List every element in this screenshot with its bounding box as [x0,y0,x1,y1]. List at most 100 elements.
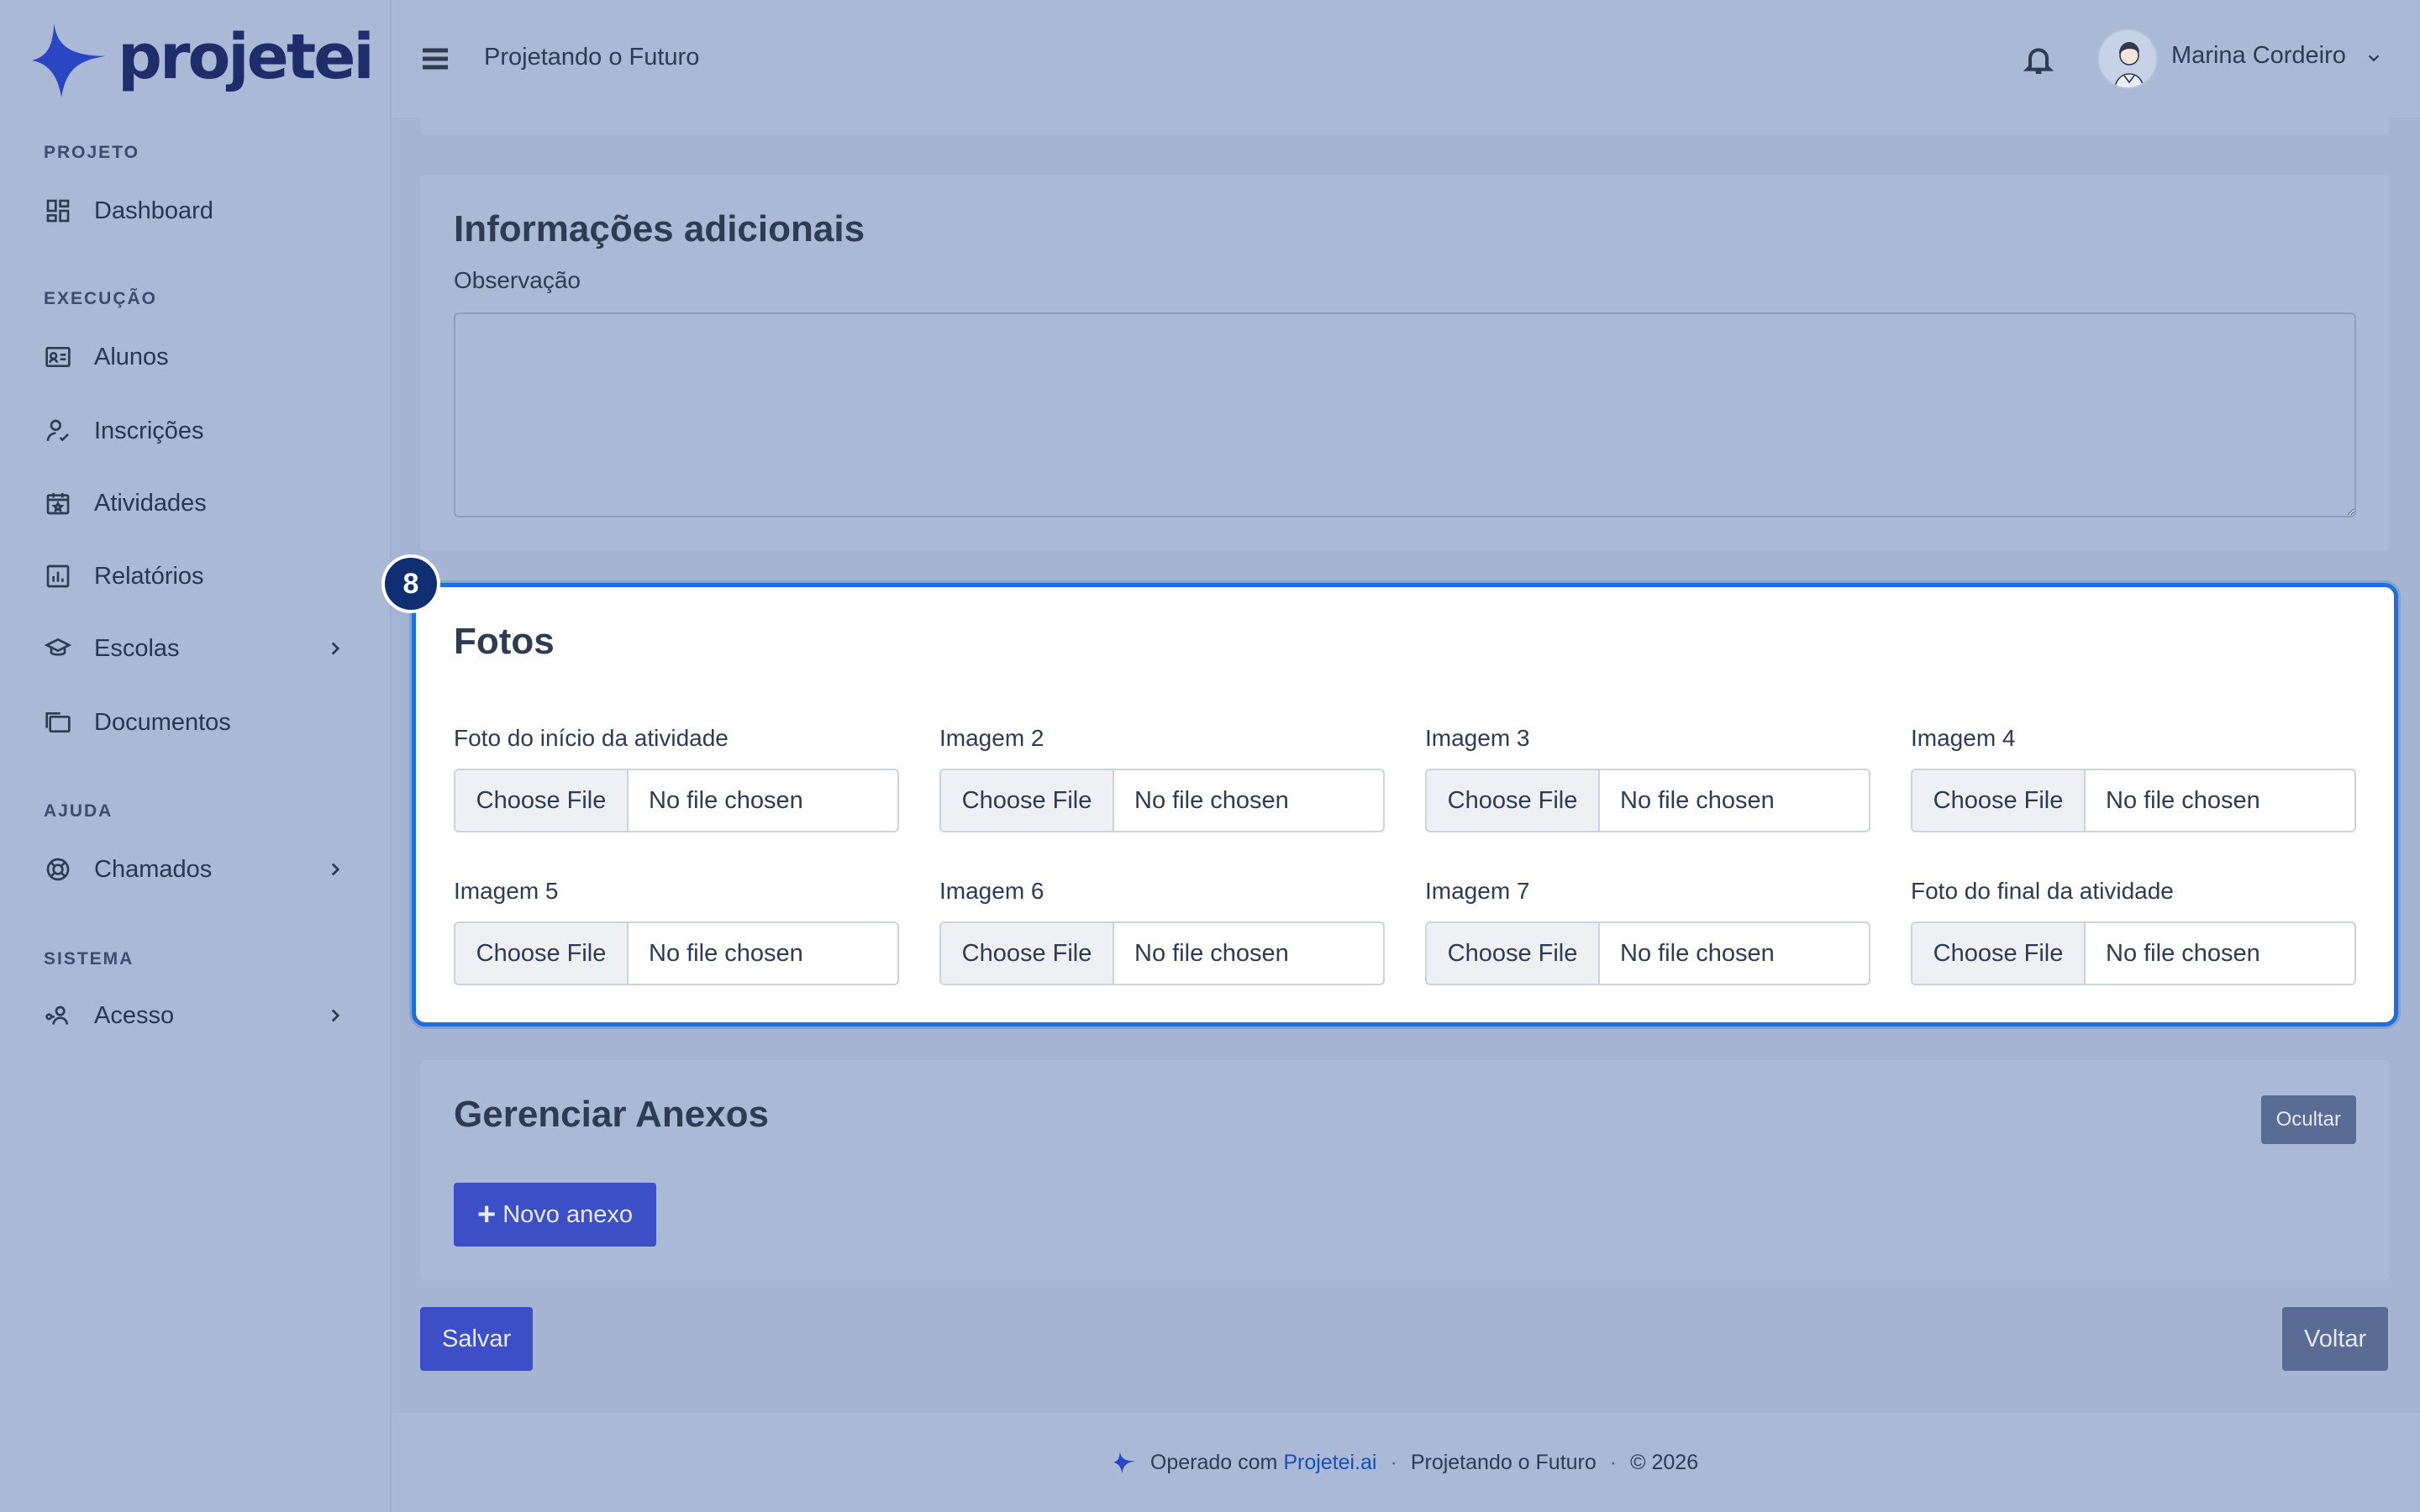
fotos-section-title: Fotos [454,621,555,662]
chevron-down-icon[interactable] [2365,49,2383,67]
nav-section-ajuda: AJUDA [44,801,113,821]
chevron-right-icon [324,638,346,659]
brand-logo[interactable]: projetei [32,21,375,97]
folders-icon [44,708,72,737]
file-input-imagem-7[interactable]: Choose File No file chosen [1425,921,1870,985]
nav-section-projeto: PROJETO [44,143,139,162]
step-badge: 8 [381,554,440,613]
user-key-icon [44,1001,72,1030]
foto-field-label: Imagem 7 [1425,878,1530,904]
file-input-imagem-5[interactable]: Choose File No file chosen [454,921,899,985]
foto-field-label: Imagem 3 [1425,725,1530,751]
file-status: No file chosen [1620,939,1775,967]
new-attachment-label: Novo anexo [502,1200,633,1228]
calendar-star-icon [44,489,72,517]
user-check-icon [44,417,72,445]
nav-section-sistema: SISTEMA [44,949,134,969]
sidebar-item-escolas[interactable]: Escolas [44,623,346,674]
chevron-right-icon [324,858,346,880]
observacao-textarea[interactable] [454,312,2356,517]
choose-file-button[interactable]: Choose File [941,770,1114,831]
footer-copyright: © 2026 [1630,1450,1699,1474]
bell-icon[interactable] [2022,42,2055,77]
foto-field-label: Imagem 6 [939,878,1044,904]
sidebar-item-label: Relatórios [94,562,204,590]
sidebar-item-alunos[interactable]: Alunos [44,332,346,382]
sparkle-logo-icon [32,24,106,97]
footer-separator: · [1609,1450,1618,1474]
file-input-foto-final[interactable]: Choose File No file chosen [1911,921,2356,985]
save-button[interactable]: Salvar [420,1307,534,1371]
new-attachment-button[interactable]: + Novo anexo [454,1183,656,1247]
foto-field-label: Imagem 2 [939,725,1044,751]
foto-field-label: Imagem 4 [1911,725,2016,751]
sidebar-item-label: Documentos [94,708,231,736]
sidebar-item-chamados[interactable]: Chamados [44,844,346,895]
lifebuoy-icon [44,855,72,884]
sidebar-item-inscricoes[interactable]: Inscrições [44,406,346,456]
brand-name: projetei [118,21,375,93]
choose-file-button[interactable]: Choose File [1427,923,1600,984]
sidebar-item-label: Atividades [94,489,207,517]
anexos-section-title: Gerenciar Anexos [454,1094,769,1135]
sidebar-item-label: Acesso [94,1001,175,1029]
nav-section-execucao: EXECUÇÃO [44,289,158,308]
file-input-imagem-4[interactable]: Choose File No file chosen [1911,769,2356,832]
sidebar-item-label: Dashboard [94,197,213,224]
file-input-imagem-3[interactable]: Choose File No file chosen [1425,769,1870,832]
choose-file-button[interactable]: Choose File [1912,923,2086,984]
file-status: No file chosen [1134,786,1289,814]
school-icon [44,634,72,663]
choose-file-button[interactable]: Choose File [1912,770,2086,831]
file-input-imagem-2[interactable]: Choose File No file chosen [939,769,1385,832]
anexos-section-card: Gerenciar Anexos Ocultar + Novo anexo [420,1060,2390,1280]
avatar[interactable] [2097,29,2158,89]
sidebar-item-label: Alunos [94,343,169,370]
foto-field-label: Imagem 5 [454,878,559,904]
sidebar-item-documentos[interactable]: Documentos [44,697,346,748]
foto-field-label: Foto do início da atividade [454,725,729,751]
choose-file-button[interactable]: Choose File [455,923,629,984]
footer: Operado com Projetei.ai · Projetando o F… [392,1413,2420,1512]
fotos-section-card: Fotos Foto do início da atividade Choose… [412,583,2398,1026]
footer-operated-by: Operado com [1150,1450,1278,1474]
sidebar-item-label: Inscrições [94,417,204,444]
top-header: Projetando o Futuro Marina Cordeiro [392,0,2420,118]
user-name[interactable]: Marina Cordeiro [2171,42,2346,70]
sidebar-item-label: Chamados [94,855,213,883]
file-status: No file chosen [1620,786,1775,814]
observacao-label: Observação [454,267,581,293]
file-input-foto-inicio[interactable]: Choose File No file chosen [454,769,899,832]
foto-field-label: Foto do final da atividade [1911,878,2174,904]
sidebar-item-dashboard[interactable]: Dashboard [44,186,346,236]
file-status: No file chosen [1134,939,1289,967]
file-status: No file chosen [2106,939,2260,967]
back-button[interactable]: Voltar [2282,1307,2389,1371]
choose-file-button[interactable]: Choose File [1427,770,1600,831]
info-section-card: Informações adicionais Observação [420,175,2390,551]
sidebar-item-label: Escolas [94,634,180,662]
sidebar: projetei PROJETO Dashboard EXECUÇÃO Alun… [0,0,392,1512]
chevron-right-icon [324,1005,346,1026]
grid-icon [44,197,72,225]
avatar-illustration-icon [2113,42,2145,87]
choose-file-button[interactable]: Choose File [455,770,629,831]
info-section-title: Informações adicionais [454,208,865,249]
hide-button[interactable]: Ocultar [2260,1095,2356,1144]
hamburger-menu-icon[interactable] [418,42,452,76]
project-title: Projetando o Futuro [484,44,700,71]
file-status: No file chosen [649,786,803,814]
footer-projetei-link[interactable]: Projetei.ai [1283,1451,1376,1475]
footer-project: Projetando o Futuro [1410,1450,1597,1474]
bar-chart-icon [44,562,72,591]
plus-icon: + [477,1196,497,1232]
sidebar-item-relatorios[interactable]: Relatórios [44,551,346,601]
sidebar-item-acesso[interactable]: Acesso [44,990,346,1041]
footer-separator: · [1390,1450,1397,1474]
file-input-imagem-6[interactable]: Choose File No file chosen [939,921,1385,985]
choose-file-button[interactable]: Choose File [941,923,1114,984]
file-status: No file chosen [649,939,803,967]
sidebar-item-atividades[interactable]: Atividades [44,478,346,528]
file-status: No file chosen [2106,786,2260,814]
previous-section-card [420,118,2390,134]
